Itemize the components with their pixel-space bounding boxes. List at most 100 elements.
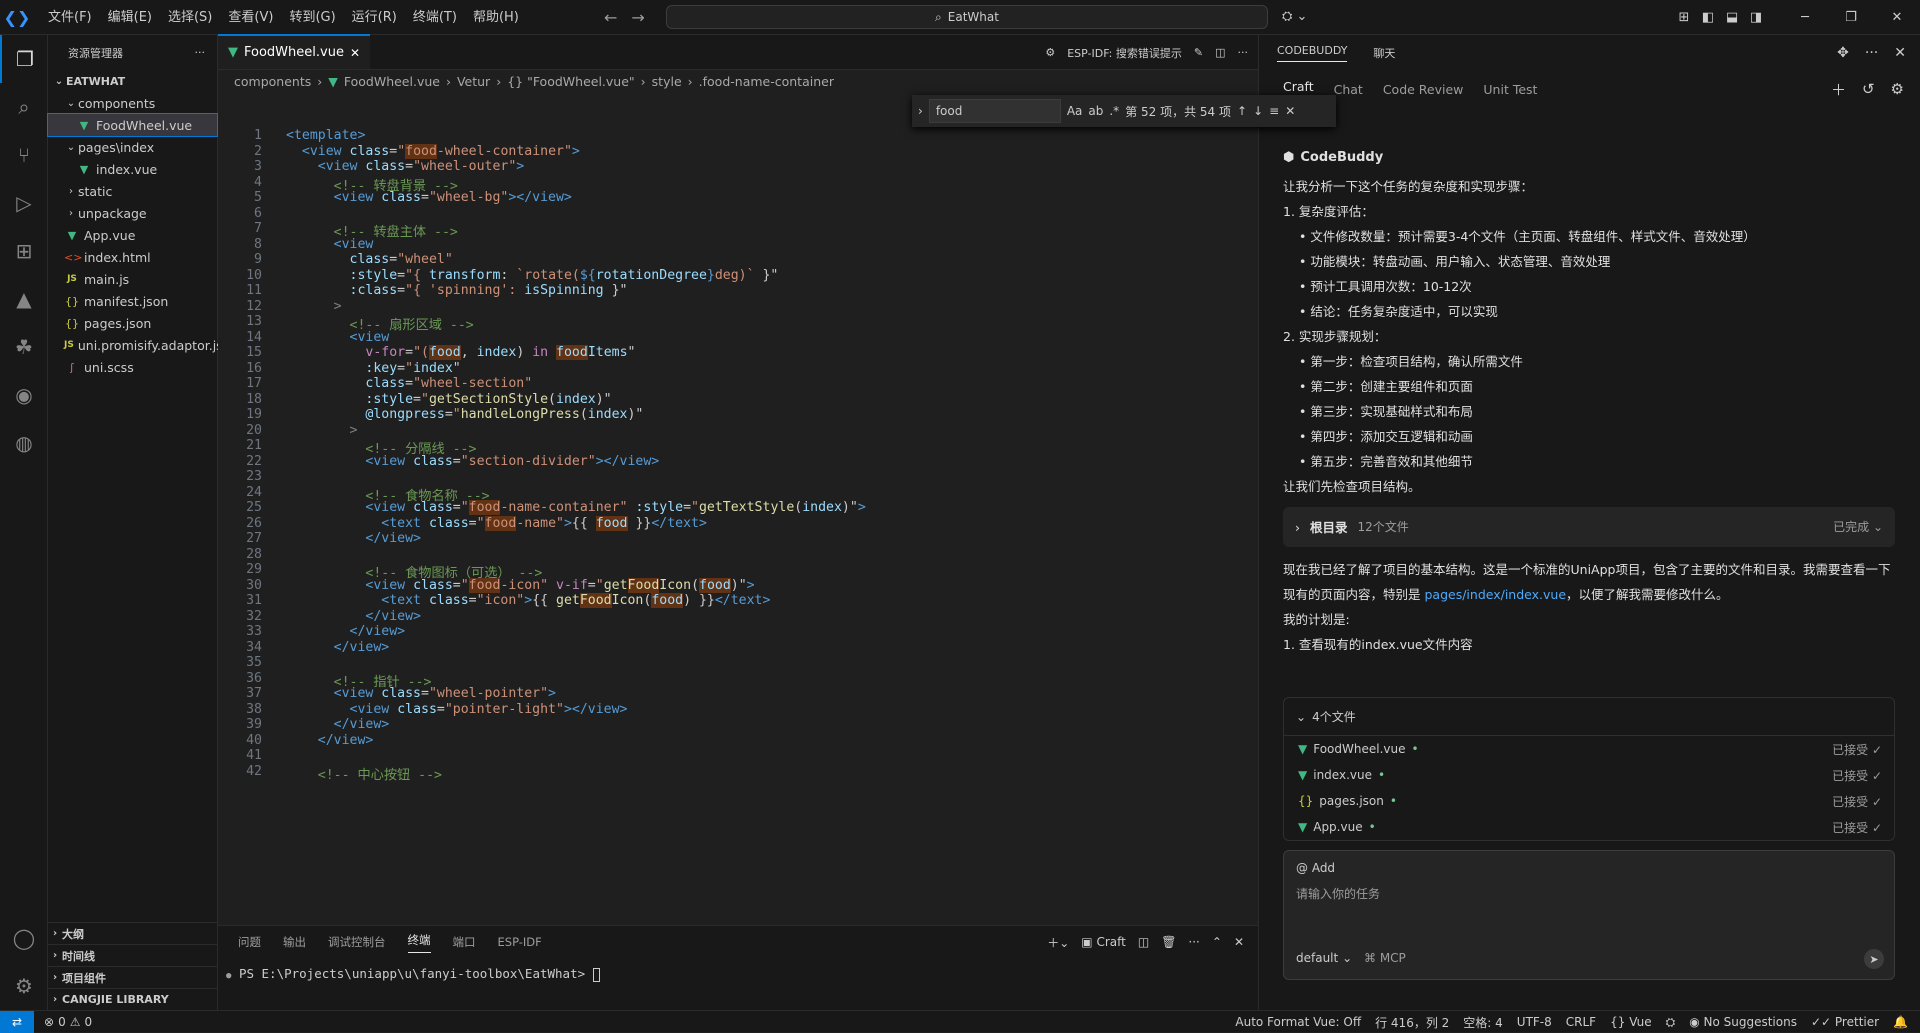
breadcrumb-item[interactable]: Vetur	[457, 74, 490, 89]
close-tab-icon[interactable]: ✕	[350, 46, 360, 60]
kill-terminal-icon[interactable]: 🗑	[1161, 935, 1176, 949]
mcp-button[interactable]: ⌘ MCP	[1364, 951, 1406, 965]
extensions-icon[interactable]: ⊞	[0, 227, 48, 275]
code-editor[interactable]: 1 2 3 4 5 6 7 8 9 10 11 12 13 14 15 16 17 18 19 20 21 22 23 24 2…	[218, 128, 1118, 925]
tree-item[interactable]: {} pages.json	[48, 312, 217, 334]
tab-chat[interactable]: Chat	[1334, 82, 1363, 97]
toggle-panel-icon[interactable]: ⬓	[1720, 10, 1744, 25]
tree-item[interactable]: › unpackage	[48, 202, 217, 224]
toggle-replace-icon[interactable]: ›	[918, 104, 923, 118]
task-input[interactable]: 请输入你的任务	[1296, 885, 1380, 902]
close-icon[interactable]: ✕	[1874, 10, 1920, 25]
new-chat-icon[interactable]: ＋	[1831, 79, 1846, 100]
tree-item[interactable]: ⌄ components	[48, 92, 217, 114]
menu-terminal[interactable]: 终端(T)	[405, 0, 465, 35]
tab-esp-idf[interactable]: ESP-IDF	[498, 935, 542, 949]
command-center-search[interactable]: ⌕ EatWhat	[666, 5, 1268, 29]
tree-item[interactable]: ▼ FoodWheel.vue	[47, 113, 218, 137]
changed-files-header[interactable]: ⌄ 4个文件	[1284, 698, 1894, 736]
search-icon[interactable]: ⌕	[0, 83, 48, 131]
menu-edit[interactable]: 编辑(E)	[100, 0, 160, 35]
copilot-status-icon[interactable]: ⛭	[1666, 1015, 1676, 1030]
changed-file-row[interactable]: ▼ FoodWheel.vue • 已接受 ✓	[1284, 736, 1894, 762]
tree-item[interactable]: ▼ index.vue	[48, 158, 217, 180]
remote-icon[interactable]: ⇄	[0, 1010, 34, 1033]
tab-unit-test[interactable]: Unit Test	[1483, 82, 1537, 97]
source-control-icon[interactable]: ⑂	[0, 131, 48, 179]
menu-file[interactable]: 文件(F)	[40, 0, 100, 35]
codebuddy-icon[interactable]: ▲	[0, 275, 48, 323]
workspace-root[interactable]: ⌄ EATWHAT	[48, 70, 217, 92]
previous-match-icon[interactable]: ↑	[1237, 104, 1247, 118]
tool-call-root-dir[interactable]: › 根目录 12个文件 已完成 ⌄	[1283, 507, 1895, 547]
language-mode[interactable]: {} Vue	[1610, 1015, 1652, 1029]
suggestions-status[interactable]: ◉ No Suggestions	[1689, 1015, 1797, 1029]
edge-icon[interactable]: ◉	[0, 371, 48, 419]
tab-ports[interactable]: 端口	[453, 934, 476, 950]
menu-view[interactable]: 查看(V)	[220, 0, 281, 35]
run-debug-icon[interactable]: ▷	[0, 179, 48, 227]
menu-run[interactable]: 运行(R)	[344, 0, 405, 35]
cursor-position[interactable]: 行 416，列 2	[1375, 1014, 1449, 1031]
section-outline[interactable]: › 大纲	[48, 922, 218, 944]
tab-foodwheel-vue[interactable]: ▼ FoodWheel.vue ✕	[218, 34, 370, 69]
menu-help[interactable]: 帮助(H)	[465, 0, 527, 35]
find-in-selection-icon[interactable]: ≡	[1269, 104, 1279, 118]
add-context-button[interactable]: @ Add	[1296, 861, 1335, 875]
tab-codebuddy[interactable]: CODEBUDDY	[1277, 44, 1348, 62]
minimize-icon[interactable]: ─	[1782, 10, 1828, 25]
tree-item[interactable]: JS main.js	[48, 268, 217, 290]
encoding[interactable]: UTF-8	[1517, 1015, 1552, 1029]
split-terminal-icon[interactable]: ◫	[1138, 935, 1149, 949]
close-find-icon[interactable]: ✕	[1285, 104, 1295, 118]
task-input-box[interactable]: @ Add 请输入你的任务 default ⌄ ⌘ MCP ➤	[1283, 850, 1895, 980]
changed-file-row[interactable]: ▼ App.vue • 已接受 ✓	[1284, 814, 1894, 840]
autoformat-status[interactable]: Auto Format Vue: Off	[1235, 1015, 1361, 1029]
terminal-output[interactable]: ● PS E:\Projects\uniapp\u\fanyi-toolbox\…	[218, 966, 1258, 982]
esp-idf-icon[interactable]: ☘	[0, 323, 48, 371]
tab-problems[interactable]: 问题	[238, 934, 261, 950]
tree-item[interactable]: ⌄ pages\index	[48, 136, 217, 158]
find-input[interactable]: food	[928, 99, 1061, 123]
tab-debug-console[interactable]: 调试控制台	[328, 934, 386, 950]
changed-file-row[interactable]: ▼ index.vue • 已接受 ✓	[1284, 762, 1894, 788]
tree-item[interactable]: JS uni.promisify.adaptor.js	[48, 334, 223, 356]
menu-go[interactable]: 转到(G)	[281, 0, 343, 35]
section-project-components[interactable]: › 项目组件	[48, 966, 218, 988]
breadcrumb-item[interactable]: {} "FoodWheel.vue"	[507, 74, 634, 89]
edit-icon[interactable]: ✎	[1194, 46, 1203, 59]
breadcrumb-item[interactable]: components	[234, 74, 311, 89]
send-icon[interactable]: ➤	[1864, 949, 1884, 969]
section-timeline[interactable]: › 时间线	[48, 944, 218, 966]
tab-output[interactable]: 输出	[283, 934, 306, 950]
new-terminal-icon[interactable]: ＋⌄	[1047, 934, 1069, 951]
craft-terminal[interactable]: ▣ Craft	[1081, 935, 1126, 949]
split-editor-icon[interactable]: ◫	[1215, 46, 1225, 59]
tree-item[interactable]: ʃ uni.scss	[48, 356, 217, 378]
customize-layout-icon[interactable]: ⊞	[1672, 10, 1696, 25]
restore-icon[interactable]: ❐	[1828, 10, 1874, 25]
back-arrow-icon[interactable]: ←	[604, 8, 617, 27]
tree-item[interactable]: <> index.html	[48, 246, 217, 268]
match-case-icon[interactable]: Aa	[1067, 104, 1083, 118]
whole-word-icon[interactable]: ab	[1088, 104, 1103, 118]
esp-idf-error-search[interactable]: ESP-IDF: 搜索错误提示	[1067, 45, 1182, 61]
close-panel-icon[interactable]: ✕	[1894, 45, 1906, 61]
menu-selection[interactable]: 选择(S)	[160, 0, 220, 35]
tree-item[interactable]: › static	[48, 180, 217, 202]
tab-chat-header[interactable]: 聊天	[1373, 45, 1395, 61]
regex-icon[interactable]: .*	[1109, 104, 1119, 118]
manage-gear-icon[interactable]: ⚙	[0, 962, 48, 1010]
esp-idf-gear-icon[interactable]: ⚙	[1045, 46, 1055, 59]
close-panel-icon[interactable]: ✕	[1234, 935, 1244, 949]
notifications-icon[interactable]: 🔔	[1893, 1015, 1908, 1029]
tree-item[interactable]: ▼ App.vue	[48, 224, 217, 246]
toggle-secondary-sidebar-icon[interactable]: ◨	[1744, 10, 1768, 25]
file-link[interactable]: pages/index/index.vue	[1424, 587, 1566, 602]
prettier-status[interactable]: ✓✓ Prettier	[1811, 1015, 1879, 1029]
breadcrumb-item[interactable]: FoodWheel.vue	[344, 74, 440, 89]
settings-icon[interactable]: ⚙	[1891, 80, 1904, 98]
breadcrumb-item[interactable]: .food-name-container	[699, 74, 834, 89]
maximize-panel-icon[interactable]: ⌃	[1212, 935, 1222, 949]
history-icon[interactable]: ↺	[1862, 80, 1875, 98]
